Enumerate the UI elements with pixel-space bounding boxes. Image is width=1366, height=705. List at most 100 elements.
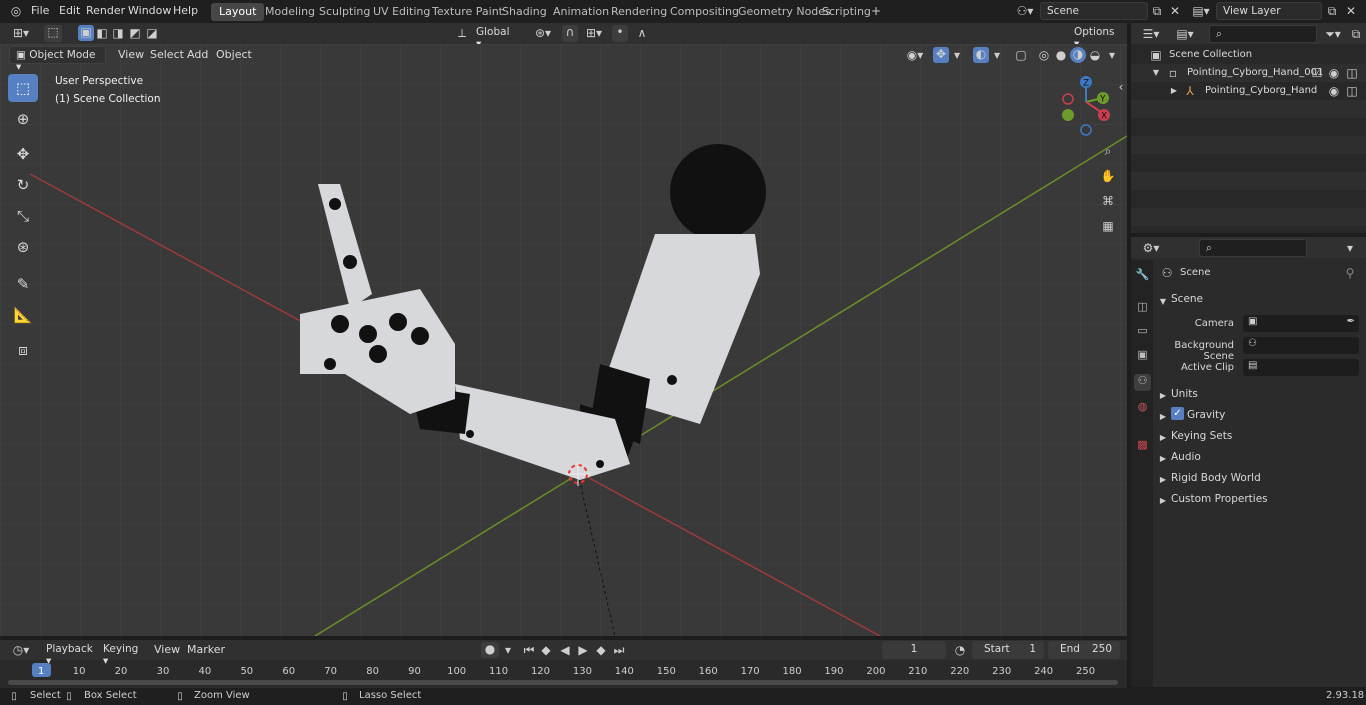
overlays-toggle-icon[interactable]: ◐	[973, 47, 989, 63]
navigation-gizmo[interactable]: Z Y X	[1058, 74, 1118, 144]
exclude-checkbox-icon[interactable]: ☑	[1311, 66, 1323, 80]
gravity-checkbox[interactable]: ✓	[1171, 407, 1184, 420]
transform-orientation-icon[interactable]: ⟂	[455, 26, 469, 40]
blender-logo-icon[interactable]: ◎	[8, 4, 24, 18]
proportional-editing-icon[interactable]: •	[612, 25, 628, 42]
transform-tool-icon[interactable]: ⊛	[8, 233, 38, 261]
perspective-toggle-icon[interactable]: ▦	[1100, 219, 1116, 233]
new-scene-icon[interactable]: ⧉	[1150, 4, 1164, 18]
custom-properties-panel[interactable]: Custom Properties	[1171, 493, 1268, 505]
shading-solid-icon[interactable]: ●	[1053, 48, 1069, 62]
properties-editor-type-icon[interactable]: ⚙▾	[1139, 241, 1163, 255]
timeline-menu-marker[interactable]: Marker	[187, 643, 225, 656]
scene-panel-title[interactable]: Scene	[1171, 293, 1203, 305]
editor-type-icon[interactable]: ⊞▾	[8, 26, 34, 40]
outliner-search-input[interactable]: ⌕	[1209, 25, 1317, 43]
outliner-row-collection[interactable]: ▼ ▫ Pointing_Cyborg_Hand_001 ☑ ◉ ◫	[1131, 64, 1366, 82]
select-mode-new-icon[interactable]: ▣	[78, 25, 94, 41]
render-camera-icon[interactable]: ◫	[1345, 84, 1359, 98]
camera-field[interactable]: ▣ ✒	[1243, 315, 1359, 332]
current-frame-field[interactable]: 1	[882, 641, 946, 659]
output-tab-icon[interactable]: ▭	[1134, 324, 1151, 341]
rigid-body-world-panel[interactable]: Rigid Body World	[1171, 472, 1261, 484]
hide-eye-icon[interactable]: ◉	[1327, 66, 1341, 80]
gravity-panel[interactable]: Gravity	[1187, 409, 1225, 421]
expand-custom-properties-icon[interactable]: ▶	[1158, 494, 1168, 508]
menu-window[interactable]: Window	[128, 4, 171, 17]
select-box-tool-icon[interactable]: ⬚	[8, 74, 38, 102]
units-panel[interactable]: Units	[1171, 388, 1198, 400]
new-view-layer-icon[interactable]: ⧉	[1325, 4, 1339, 18]
new-collection-icon[interactable]: ⧉	[1349, 27, 1363, 41]
viewport-menu-add[interactable]: Add	[187, 48, 208, 61]
outliner-row-scene-collection[interactable]: ▣ Scene Collection	[1131, 46, 1366, 64]
shading-wireframe-icon[interactable]: ◎	[1036, 48, 1052, 62]
options-dropdown[interactable]: Options ▾	[1068, 24, 1124, 50]
jump-end-icon[interactable]: ⏭	[612, 643, 626, 657]
visibility-filter-icon[interactable]: ◉▾	[903, 48, 927, 62]
select-mode-intersect-icon[interactable]: ◪	[145, 26, 159, 40]
play-icon[interactable]: ▶	[576, 643, 590, 657]
scene-selector[interactable]: Scene	[1040, 2, 1148, 20]
move-tool-icon[interactable]: ✥	[8, 140, 38, 168]
select-mode-subtract-icon[interactable]: ◨	[111, 26, 125, 40]
snap-icon[interactable]: ∩	[562, 25, 578, 42]
pan-view-hand-icon[interactable]: ✋	[1100, 169, 1116, 183]
expand-rigid-body-icon[interactable]: ▶	[1158, 473, 1168, 487]
scale-tool-icon[interactable]: ⤡	[8, 202, 38, 230]
expand-armature-icon[interactable]: ▶	[1169, 84, 1179, 98]
filter-icon[interactable]: ⏷▾	[1321, 27, 1345, 41]
expand-units-icon[interactable]: ▶	[1158, 389, 1168, 403]
keying-options-icon[interactable]: ▾	[502, 643, 514, 657]
shading-rendered-icon[interactable]: ◒	[1087, 48, 1103, 62]
properties-search-input[interactable]: ⌕	[1199, 239, 1307, 257]
3d-viewport[interactable]: User Perspective (1) Scene Collection Z …	[0, 44, 1127, 636]
background-scene-field[interactable]: ⚇	[1243, 337, 1359, 354]
menu-help[interactable]: Help	[173, 4, 198, 17]
expand-audio-icon[interactable]: ▶	[1158, 452, 1168, 466]
pivot-point-icon[interactable]: ⊛▾	[532, 26, 554, 40]
annotate-tool-icon[interactable]: ✎	[8, 270, 38, 298]
expand-keying-sets-icon[interactable]: ▶	[1158, 431, 1168, 445]
viewport-menu-select[interactable]: Select	[150, 48, 184, 61]
active-clip-field[interactable]: ▤	[1243, 359, 1359, 376]
proportional-falloff-icon[interactable]: ∧	[630, 26, 654, 40]
add-cube-tool-icon[interactable]: ⧈	[8, 336, 38, 364]
render-tab-icon[interactable]: ◫	[1134, 300, 1151, 317]
end-frame-field[interactable]: End 250	[1048, 641, 1120, 659]
delete-scene-icon[interactable]: ✕	[1168, 4, 1182, 18]
add-workspace-button[interactable]: +	[869, 4, 883, 18]
outliner-editor-type-icon[interactable]: ☰▾	[1139, 27, 1163, 41]
collapse-scene-panel-icon[interactable]: ▼	[1158, 295, 1168, 309]
audio-panel[interactable]: Audio	[1171, 451, 1201, 463]
prev-keyframe-icon[interactable]: ◆	[539, 643, 553, 657]
expand-collection-icon[interactable]: ▼	[1151, 66, 1161, 80]
scene-tab-icon[interactable]: ⚇	[1134, 374, 1151, 391]
measure-tool-icon[interactable]: 📐	[8, 301, 38, 329]
timeline-editor-type-icon[interactable]: ◷▾	[8, 643, 34, 657]
delete-view-layer-icon[interactable]: ✕	[1344, 4, 1358, 18]
viewport-menu-object[interactable]: Object	[216, 48, 252, 61]
view-layer-selector[interactable]: View Layer	[1216, 2, 1322, 20]
xray-toggle-icon[interactable]: ▢	[1013, 48, 1029, 62]
tool-tab-icon[interactable]: 🔧	[1134, 268, 1151, 285]
viewport-menu-view[interactable]: View	[118, 48, 144, 61]
collapse-sidebar-icon[interactable]: ‹	[1116, 80, 1126, 94]
keying-menu[interactable]: Keying ▾	[97, 641, 147, 667]
timeline-scrollbar[interactable]	[8, 680, 1118, 685]
world-tab-icon[interactable]: ◍	[1134, 400, 1151, 417]
cursor-tool-icon[interactable]: ⊕	[8, 105, 38, 133]
menu-render[interactable]: Render	[86, 4, 125, 17]
view-layer-icon[interactable]: ▤▾	[1190, 4, 1212, 18]
display-mode-icon[interactable]: ▤▾	[1173, 27, 1197, 41]
pin-icon[interactable]: ⚲	[1344, 266, 1356, 280]
next-keyframe-icon[interactable]: ◆	[594, 643, 608, 657]
hide-eye-icon[interactable]: ◉	[1327, 84, 1341, 98]
shading-menu-icon[interactable]: ▾	[1106, 48, 1118, 62]
select-tool-icon[interactable]: ⬚	[44, 25, 62, 42]
play-reverse-icon[interactable]: ◀	[558, 643, 572, 657]
camera-view-icon[interactable]: ⌘	[1100, 194, 1116, 208]
properties-options-icon[interactable]: ▾	[1343, 241, 1357, 255]
gizmo-menu-icon[interactable]: ▾	[951, 48, 963, 62]
zoom-view-icon[interactable]: ⌕	[1100, 144, 1116, 158]
